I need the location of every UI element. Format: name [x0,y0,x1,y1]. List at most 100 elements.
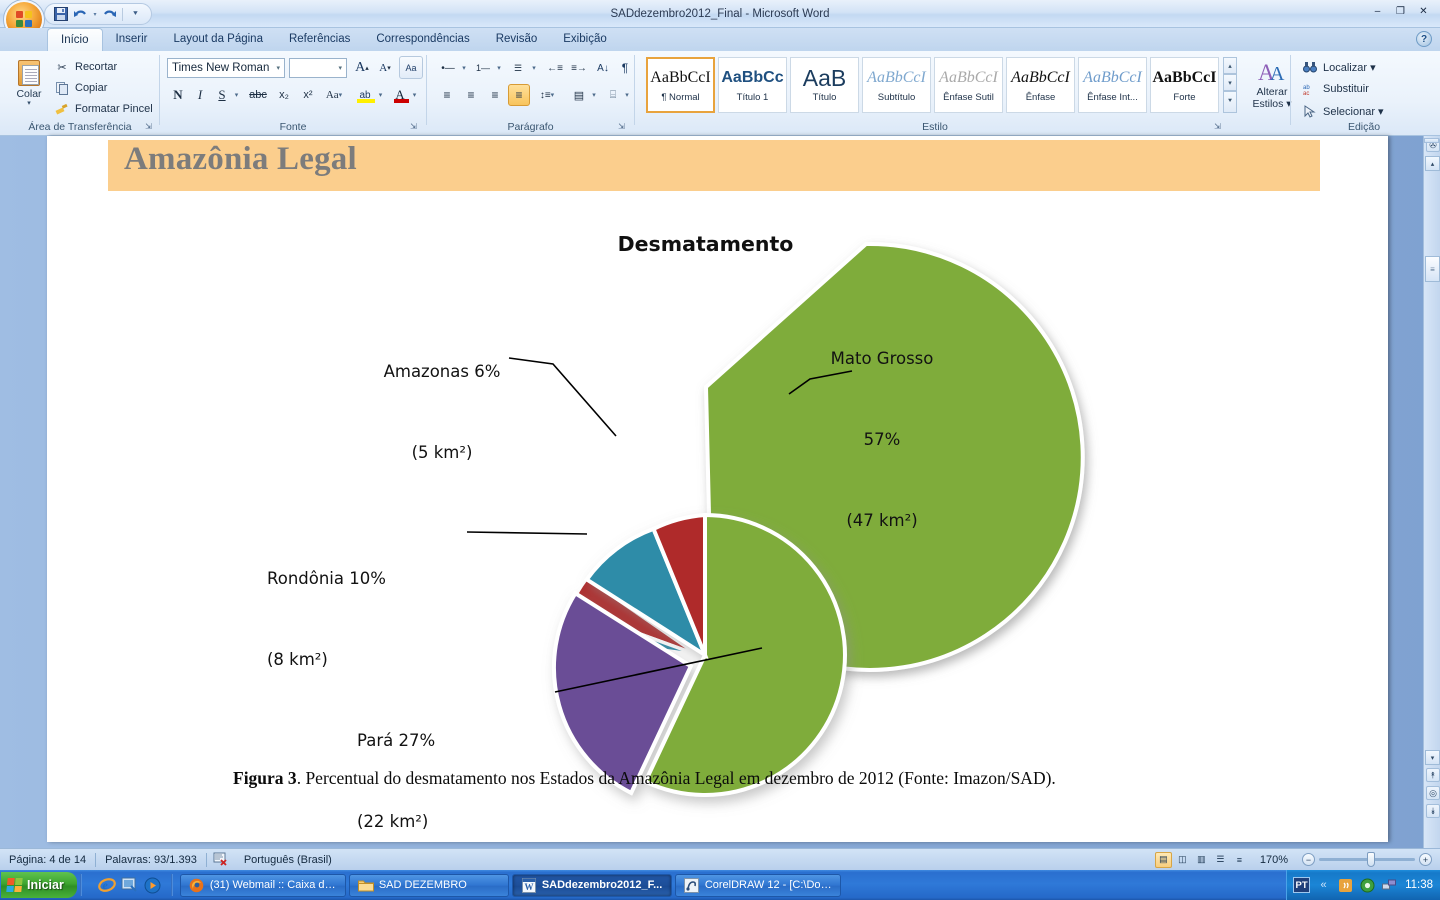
font-name-combo[interactable]: Times New Roman ▾ [167,58,285,78]
status-page[interactable]: Página: 4 de 14 [0,849,95,871]
style-enfase-sutil[interactable]: AaBbCcI Ênfase Sutil [934,57,1003,113]
select-button[interactable]: Selecionar ▾ [1302,101,1384,121]
borders-button[interactable]: ⌸ [602,84,624,106]
status-language[interactable]: Português (Brasil) [235,849,341,871]
style-enfase[interactable]: AaBbCcI Ênfase [1006,57,1075,113]
superscript-button[interactable]: x² [297,84,319,106]
replace-button[interactable]: ab ac Substituir [1302,79,1369,99]
change-styles-button[interactable]: AA Alterar Estilos ▾ [1244,58,1300,110]
view-print-layout-button[interactable]: ▤ [1154,851,1172,868]
style-forte[interactable]: AaBbCcI Forte [1150,57,1219,113]
bold-button[interactable]: N [167,84,189,106]
proofing-errors-icon[interactable] [207,849,235,871]
highlight-dropdown-icon[interactable]: ▾ [375,85,386,105]
clipboard-dialog-launcher[interactable]: ⇲ [143,121,154,132]
underline-button[interactable]: S [211,84,233,106]
styles-scroll-down-icon[interactable]: ▾ [1223,74,1237,91]
align-left-button[interactable]: ≡ [436,84,458,106]
align-center-button[interactable]: ≡ [460,84,482,106]
numbering-button[interactable]: 1— [471,57,495,79]
help-icon[interactable]: ? [1416,31,1432,47]
paragraph-dialog-launcher[interactable]: ⇲ [616,121,627,132]
style-titulo[interactable]: AaB Título [790,57,859,113]
next-page-icon[interactable]: ⯯ [1426,804,1440,818]
tab-inicio[interactable]: Início [47,28,103,51]
font-color-button[interactable]: A [389,84,411,106]
tab-exibicao[interactable]: Exibição [550,28,619,51]
numbering-dropdown-icon[interactable]: ▾ [494,58,504,78]
justify-button[interactable]: ≡ [508,84,530,106]
taskbar-clock[interactable]: 11:38 [1405,879,1433,891]
align-right-button[interactable]: ≡ [484,84,506,106]
font-size-combo[interactable]: ▾ [289,58,347,78]
paste-button[interactable]: Colar ▾ [8,56,50,114]
media-player-icon[interactable] [143,875,163,895]
shading-button[interactable]: ▤ [568,84,590,106]
vertical-scrollbar[interactable]: ✇ ▴ ≡ ▾ ⯭ ◎ ⯯ [1423,136,1440,848]
bullets-dropdown-icon[interactable]: ▾ [459,58,469,78]
pie-chart[interactable]: Desmatamento Mato Grosso 57% (47 km²) Am… [47,136,1388,842]
font-dialog-launcher[interactable]: ⇲ [408,121,419,132]
tab-layout-da-pagina[interactable]: Layout da Página [160,28,276,51]
bullets-button[interactable]: •— [436,57,460,79]
style-titulo-1[interactable]: AaBbCc Título 1 [718,57,787,113]
split-bar[interactable] [1424,138,1439,143]
decrease-indent-button[interactable]: ←≡ [544,57,566,79]
tab-correspondencias[interactable]: Correspondências [363,28,482,51]
shading-dropdown-icon[interactable]: ▾ [589,85,599,105]
previous-page-icon[interactable]: ⯭ [1426,768,1440,782]
view-outline-button[interactable]: ☰ [1212,852,1229,868]
customize-qat-icon[interactable]: ⯆ [126,6,145,23]
redo-icon[interactable] [100,6,119,23]
zoom-out-button[interactable]: − [1302,853,1315,866]
zoom-slider-track[interactable] [1319,852,1415,867]
view-web-layout-button[interactable]: ▥ [1193,852,1210,868]
text-highlight-button[interactable]: ab [353,84,377,106]
line-spacing-button[interactable]: ↕≡ ▾ [534,84,560,106]
font-color-dropdown-icon[interactable]: ▾ [409,85,420,105]
chevron-down-icon[interactable]: ▾ [338,64,346,72]
styles-scroll-up-icon[interactable]: ▴ [1223,57,1237,74]
underline-dropdown-icon[interactable]: ▾ [231,85,242,105]
network-icon[interactable] [1381,877,1398,894]
multilevel-list-button[interactable]: ☰ [506,57,530,79]
scroll-down-button[interactable]: ▾ [1425,750,1440,765]
chevron-down-icon[interactable]: ▾ [276,64,284,72]
style-enfase-intensa[interactable]: AaBbCcI Ênfase Int... [1078,57,1147,113]
format-painter-button[interactable]: Formatar Pincel [54,100,153,118]
undo-dropdown-icon[interactable]: ▾ [91,6,99,23]
internet-explorer-icon[interactable]: e [97,875,117,895]
cut-button[interactable]: ✂ Recortar [54,58,117,76]
grow-font-button[interactable]: A ▴ [351,57,373,79]
formatting-marks-button[interactable]: ¶ [614,57,636,79]
styles-dialog-launcher[interactable]: ⇲ [1212,121,1223,132]
restore-button[interactable]: ❐ [1390,3,1411,20]
sort-button[interactable]: A↓ [592,57,614,79]
strikethrough-button[interactable]: abc [245,84,271,106]
scroll-up-button[interactable]: ▴ [1425,156,1440,171]
styles-more-icon[interactable]: ⯆ [1223,91,1237,113]
zoom-level-label[interactable]: 170% [1250,849,1294,871]
tab-referencias[interactable]: Referências [276,28,363,51]
start-button[interactable]: Iniciar [1,872,77,898]
show-desktop-icon[interactable] [120,875,140,895]
taskbar-item-coreldraw[interactable]: CorelDRAW 12 - [C:\Doc... [674,873,841,897]
change-case-button[interactable]: Aa ▾ [321,84,347,106]
minimize-button[interactable]: – [1367,3,1388,20]
taskbar-item-sad-dezembro[interactable]: SAD DEZEMBRO [348,873,509,897]
shrink-font-button[interactable]: A ▾ [374,57,396,79]
style-subtitulo[interactable]: AaBbCcI Subtítulo [862,57,931,113]
tab-inserir[interactable]: Inserir [103,28,161,51]
paste-dropdown-arrow[interactable]: ▾ [27,100,31,107]
clear-formatting-button[interactable]: Aa [399,56,423,79]
increase-indent-button[interactable]: ≡→ [568,57,590,79]
java-icon[interactable] [1337,877,1354,894]
tab-revisao[interactable]: Revisão [483,28,551,51]
taskbar-item-webmail[interactable]: (31) Webmail :: Caixa de... [179,873,346,897]
copy-button[interactable]: Copiar [54,79,107,97]
select-browse-object-icon[interactable]: ◎ [1426,786,1440,800]
taskbar-item-word-document[interactable]: W SADdezembro2012_F... [511,873,672,897]
save-icon[interactable] [51,6,70,23]
italic-button[interactable]: I [189,84,211,106]
find-button[interactable]: Localizar ▾ [1302,57,1376,77]
